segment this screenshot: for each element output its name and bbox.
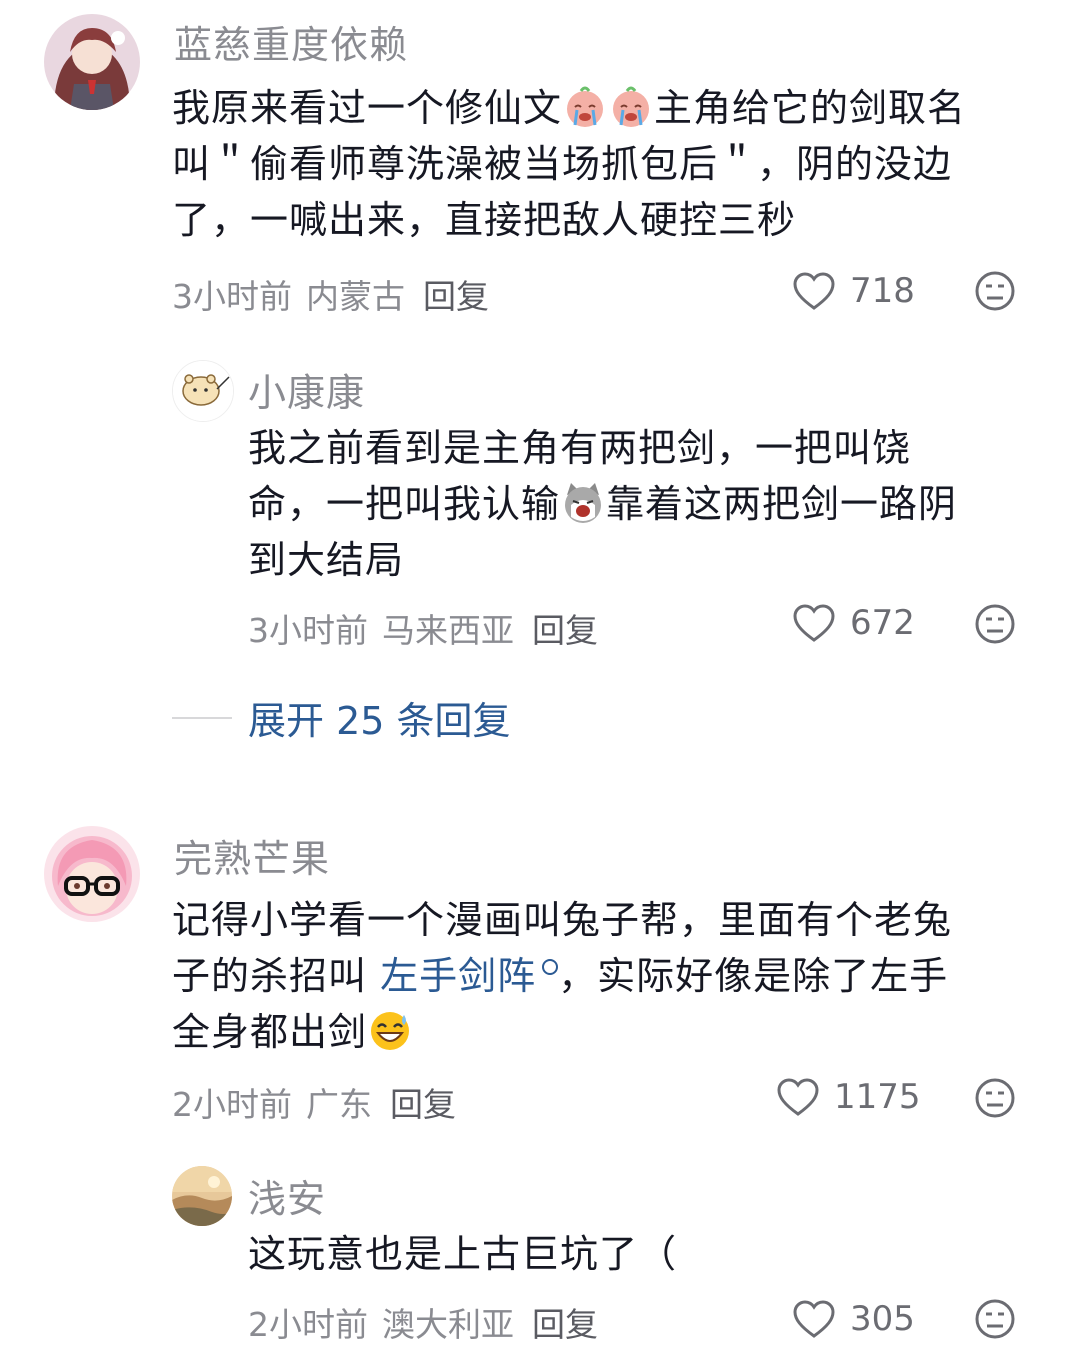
- comment-meta: 2小时前 澳大利亚 回复: [248, 1298, 612, 1346]
- avatar[interactable]: [172, 1166, 232, 1226]
- heart-outline-icon: [793, 604, 835, 642]
- dislike-button[interactable]: [974, 270, 1016, 312]
- expand-replies-label: 展开 25 条回复: [248, 699, 511, 743]
- location: 广东: [306, 1085, 372, 1124]
- comment-text: 记得小学看一个漫画叫兔子帮，里面有个老兔 子的杀招叫 左手剑阵 ，实际好像是除了左…: [172, 898, 953, 1054]
- heart-outline-icon: [793, 1300, 835, 1338]
- comment-meta: 3小时前 内蒙古 回复: [172, 270, 503, 318]
- like-button[interactable]: 672: [792, 598, 915, 648]
- search-icon[interactable]: [542, 959, 559, 975]
- like-count: 1175: [834, 1077, 921, 1117]
- dislike-face-icon: [975, 1299, 1015, 1339]
- avatar[interactable]: [44, 14, 140, 110]
- like-count: 305: [850, 1299, 915, 1339]
- expand-replies-button[interactable]: 展开 25 条回复: [172, 690, 511, 745]
- reply-button[interactable]: 回复: [532, 611, 598, 650]
- crying-emoji: [609, 85, 653, 129]
- comment-text: 我原来看过一个修仙文 主角给它的剑取名 叫＂偷看师尊洗澡被当场抓包后＂，阴的没边 …: [172, 85, 967, 242]
- heart-outline-icon: [777, 1078, 819, 1116]
- reply-button[interactable]: 回复: [390, 1085, 456, 1124]
- like-count: 672: [850, 603, 915, 643]
- comment-text: 我之前看到是主角有两把剑，一把叫饶 命，一把叫我认输 靠着这两把剑一路阴 到大结局: [248, 426, 958, 582]
- timestamp: 2小时前: [248, 1305, 368, 1344]
- like-button[interactable]: 1175: [776, 1072, 921, 1122]
- sweat-smile-emoji: [368, 1009, 412, 1053]
- divider-line: [172, 716, 232, 719]
- crying-cat-emoji: [561, 481, 605, 525]
- location: 内蒙古: [306, 277, 405, 316]
- timestamp: 3小时前: [248, 611, 368, 650]
- avatar[interactable]: [172, 360, 234, 422]
- location: 澳大利亚: [382, 1305, 514, 1344]
- dislike-button[interactable]: [974, 1298, 1016, 1340]
- dislike-button[interactable]: [974, 603, 1016, 645]
- timestamp: 3小时前: [172, 277, 292, 316]
- avatar[interactable]: [44, 826, 140, 922]
- location: 马来西亚: [382, 611, 514, 650]
- crying-emoji: [563, 85, 607, 129]
- search-link[interactable]: 左手剑阵: [380, 954, 536, 998]
- username[interactable]: 完熟芒果: [174, 828, 330, 883]
- comment-meta: 3小时前 马来西亚 回复: [248, 604, 612, 652]
- dislike-face-icon: [975, 1078, 1015, 1118]
- reply-button[interactable]: 回复: [423, 277, 489, 316]
- username[interactable]: 蓝慈重度依赖: [174, 14, 408, 69]
- comment-text: 这玩意也是上古巨坑了（: [248, 1232, 678, 1276]
- dislike-button[interactable]: [974, 1077, 1016, 1119]
- dislike-face-icon: [975, 604, 1015, 644]
- heart-outline-icon: [793, 272, 835, 310]
- like-button[interactable]: 718: [792, 266, 915, 316]
- username[interactable]: 小康康: [248, 362, 365, 417]
- like-count: 718: [850, 271, 915, 311]
- timestamp: 2小时前: [172, 1085, 292, 1124]
- dislike-face-icon: [975, 271, 1015, 311]
- comment-meta: 2小时前 广东 回复: [172, 1078, 470, 1126]
- like-button[interactable]: 305: [792, 1294, 915, 1344]
- reply-button[interactable]: 回复: [532, 1305, 598, 1344]
- username[interactable]: 浅安: [248, 1168, 326, 1223]
